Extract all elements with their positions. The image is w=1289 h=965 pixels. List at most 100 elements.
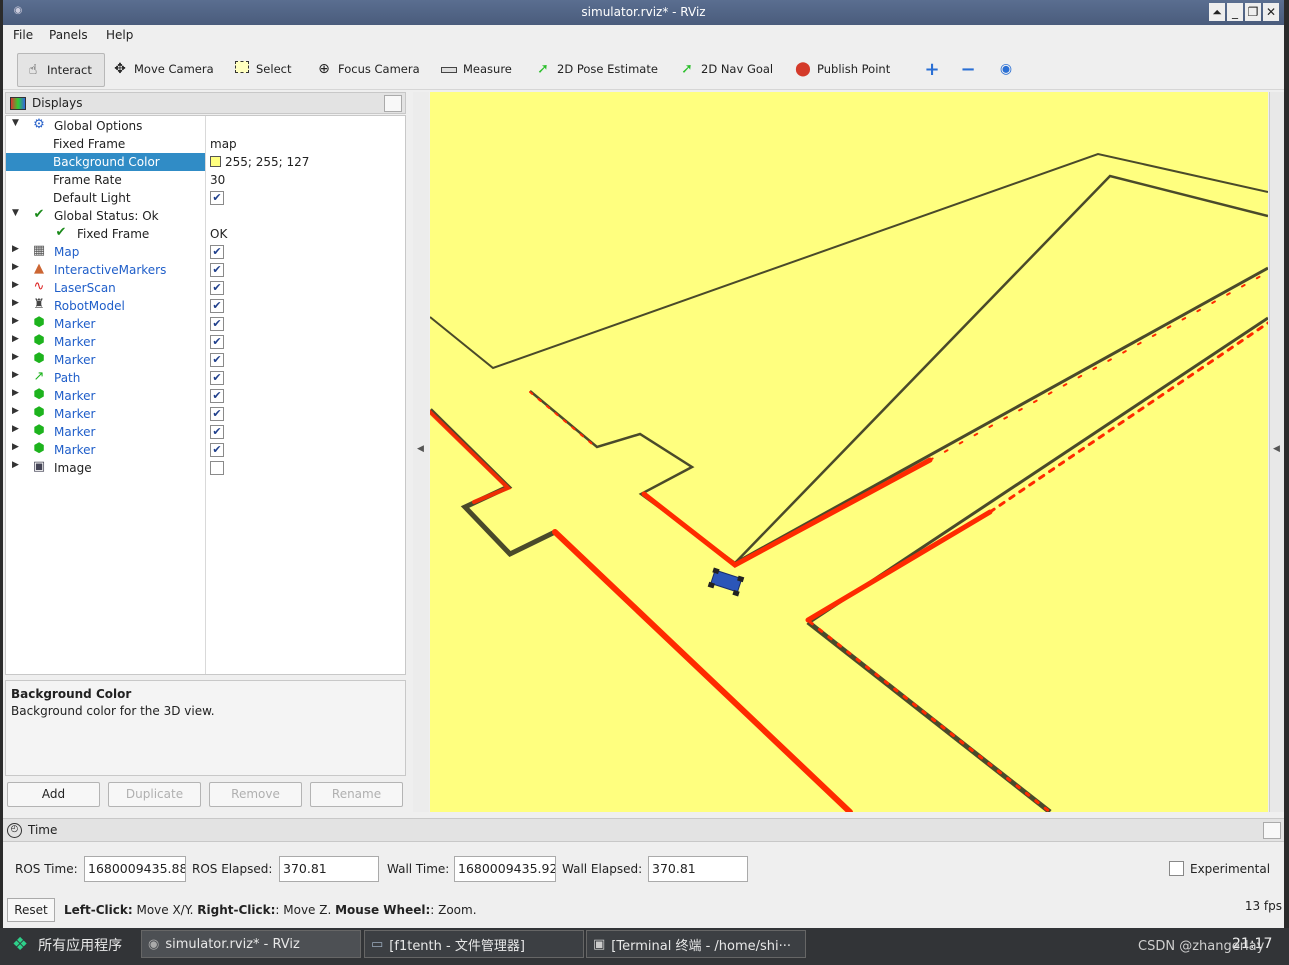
- pose-estimate-tool[interactable]: ➚ 2D Pose Estimate: [534, 56, 658, 82]
- task-terminal[interactable]: ▣ [Terminal 终端 - /home/shi···: [586, 930, 806, 958]
- display-enabled-checkbox[interactable]: [210, 461, 224, 475]
- task-file-manager[interactable]: ▭ [f1tenth - 文件管理器]: [364, 930, 584, 958]
- wall-elapsed-field[interactable]: 370.81: [648, 856, 748, 882]
- view-menu-button[interactable]: ◉: [997, 56, 1015, 82]
- tree-row-status-fixed-frame[interactable]: ✔ Fixed Frame OK: [6, 225, 405, 243]
- display-item-marker[interactable]: ▶ ⬢ Marker ✔: [6, 441, 405, 459]
- tree-row-global-status[interactable]: ▼ ✔ Global Status: Ok: [6, 207, 405, 225]
- fixed-frame-label: Fixed Frame: [53, 137, 126, 151]
- left-panel-splitter[interactable]: ◀: [413, 92, 429, 812]
- menu-file[interactable]: File: [13, 28, 33, 42]
- expand-right-icon[interactable]: ▶: [12, 352, 19, 362]
- duplicate-display-button[interactable]: Duplicate: [108, 782, 201, 807]
- display-enabled-checkbox[interactable]: ✔: [210, 335, 224, 349]
- display-enabled-checkbox[interactable]: ✔: [210, 407, 224, 421]
- undock-button[interactable]: [384, 95, 402, 112]
- add-tool-button[interactable]: +: [923, 56, 941, 82]
- displays-tree: ▼ ⚙ Global Options Fixed Frame map Backg…: [5, 115, 406, 675]
- background-color-value[interactable]: 255; 255; 127: [210, 155, 309, 169]
- expand-right-icon[interactable]: ▶: [12, 370, 19, 380]
- display-item-path[interactable]: ▶ ↗ Path ✔: [6, 369, 405, 387]
- tree-row-default-light[interactable]: Default Light ✔: [6, 189, 405, 207]
- display-item-marker[interactable]: ▶ ⬢ Marker ✔: [6, 351, 405, 369]
- display-item-marker[interactable]: ▶ ⬢ Marker ✔: [6, 387, 405, 405]
- interact-tool[interactable]: ☝ Interact: [17, 53, 105, 87]
- menu-help[interactable]: Help: [106, 28, 133, 42]
- task-rviz[interactable]: ◉ simulator.rviz* - RViz: [141, 930, 361, 958]
- expand-right-icon[interactable]: ▶: [12, 298, 19, 308]
- display-enabled-checkbox[interactable]: ✔: [210, 353, 224, 367]
- color-swatch[interactable]: [210, 156, 221, 167]
- tree-row-background-color[interactable]: Background Color 255; 255; 127: [6, 153, 405, 171]
- display-enabled-checkbox[interactable]: ✔: [210, 299, 224, 313]
- right-panel-splitter[interactable]: ◀: [1269, 92, 1284, 812]
- rename-display-button[interactable]: Rename: [310, 782, 403, 807]
- display-item-label: Marker: [54, 443, 96, 457]
- display-item-laserscan[interactable]: ▶ ∿ LaserScan ✔: [6, 279, 405, 297]
- display-enabled-checkbox[interactable]: ✔: [210, 425, 224, 439]
- measure-tool[interactable]: Measure: [440, 56, 512, 82]
- minimize-button[interactable]: _: [1227, 3, 1243, 21]
- tree-row-frame-rate[interactable]: Frame Rate 30: [6, 171, 405, 189]
- display-enabled-checkbox[interactable]: ✔: [210, 263, 224, 277]
- expand-down-icon[interactable]: ▼: [12, 118, 19, 128]
- expand-right-icon[interactable]: ▶: [12, 442, 19, 452]
- display-item-interactive-markers[interactable]: ▶ ▲ InteractiveMarkers ✔: [6, 261, 405, 279]
- displays-title: Displays: [32, 96, 83, 110]
- display-enabled-checkbox[interactable]: ✔: [210, 371, 224, 385]
- display-enabled-checkbox[interactable]: ✔: [210, 389, 224, 403]
- close-button[interactable]: ✕: [1263, 3, 1279, 21]
- collapse-right-icon[interactable]: ◀: [1273, 444, 1280, 454]
- move-camera-tool[interactable]: ✥ Move Camera: [111, 56, 214, 82]
- remove-tool-button[interactable]: −: [959, 56, 977, 82]
- select-tool[interactable]: Select: [233, 56, 291, 82]
- expand-right-icon[interactable]: ▶: [12, 244, 19, 254]
- remove-display-button[interactable]: Remove: [209, 782, 302, 807]
- frame-rate-value[interactable]: 30: [210, 173, 225, 187]
- nav-goal-tool[interactable]: ➚ 2D Nav Goal: [678, 56, 773, 82]
- menu-panels[interactable]: Panels: [49, 28, 88, 42]
- default-light-checkbox[interactable]: ✔: [210, 191, 224, 205]
- publish-point-tool[interactable]: ⬤ Publish Point: [794, 56, 890, 82]
- undock-button[interactable]: [1263, 822, 1281, 839]
- display-enabled-checkbox[interactable]: ✔: [210, 281, 224, 295]
- expand-down-icon[interactable]: ▼: [12, 208, 19, 218]
- display-item-image[interactable]: ▶ ▣ Image: [6, 459, 405, 477]
- display-enabled-checkbox[interactable]: ✔: [210, 245, 224, 259]
- app-launcher-icon: ❖: [12, 934, 29, 955]
- ros-elapsed-field[interactable]: 370.81: [279, 856, 379, 882]
- robot-car: [707, 567, 745, 597]
- experimental-checkbox[interactable]: [1169, 861, 1184, 876]
- fixed-frame-value[interactable]: map: [210, 137, 237, 151]
- display-enabled-checkbox[interactable]: ✔: [210, 317, 224, 331]
- display-enabled-checkbox[interactable]: ✔: [210, 443, 224, 457]
- render-3d-view[interactable]: [430, 92, 1268, 812]
- display-item-marker[interactable]: ▶ ⬢ Marker ✔: [6, 423, 405, 441]
- collapse-left-icon[interactable]: ◀: [417, 444, 424, 454]
- add-display-button[interactable]: Add: [7, 782, 100, 807]
- expand-right-icon[interactable]: ▶: [12, 424, 19, 434]
- expand-right-icon[interactable]: ▶: [12, 406, 19, 416]
- expand-right-icon[interactable]: ▶: [12, 388, 19, 398]
- display-item-marker[interactable]: ▶ ⬢ Marker ✔: [6, 333, 405, 351]
- expand-right-icon[interactable]: ▶: [12, 460, 19, 470]
- expand-right-icon[interactable]: ▶: [12, 262, 19, 272]
- expand-right-icon[interactable]: ▶: [12, 280, 19, 290]
- ros-time-field[interactable]: 1680009435.88: [84, 856, 186, 882]
- focus-camera-tool[interactable]: ⊕ Focus Camera: [315, 56, 420, 82]
- display-item-robot-model[interactable]: ▶ ♜ RobotModel ✔: [6, 297, 405, 315]
- shade-button[interactable]: ⏶: [1209, 3, 1225, 21]
- expand-right-icon[interactable]: ▶: [12, 316, 19, 326]
- tree-row-global-options[interactable]: ▼ ⚙ Global Options: [6, 117, 405, 135]
- expand-right-icon[interactable]: ▶: [12, 334, 19, 344]
- display-item-marker[interactable]: ▶ ⬢ Marker ✔: [6, 315, 405, 333]
- hint-mouse-wheel: Mouse Wheel:: [335, 903, 431, 917]
- display-item-marker[interactable]: ▶ ⬢ Marker ✔: [6, 405, 405, 423]
- wall-time-field[interactable]: 1680009435.92: [454, 856, 556, 882]
- display-item-map[interactable]: ▶ ▦ Map ✔: [6, 243, 405, 261]
- maximize-button[interactable]: ❐: [1245, 3, 1261, 21]
- map-walls: [430, 152, 1268, 812]
- start-menu-button[interactable]: ❖ 所有应用程序: [12, 934, 122, 955]
- tree-row-fixed-frame[interactable]: Fixed Frame map: [6, 135, 405, 153]
- reset-button[interactable]: Reset: [7, 898, 55, 922]
